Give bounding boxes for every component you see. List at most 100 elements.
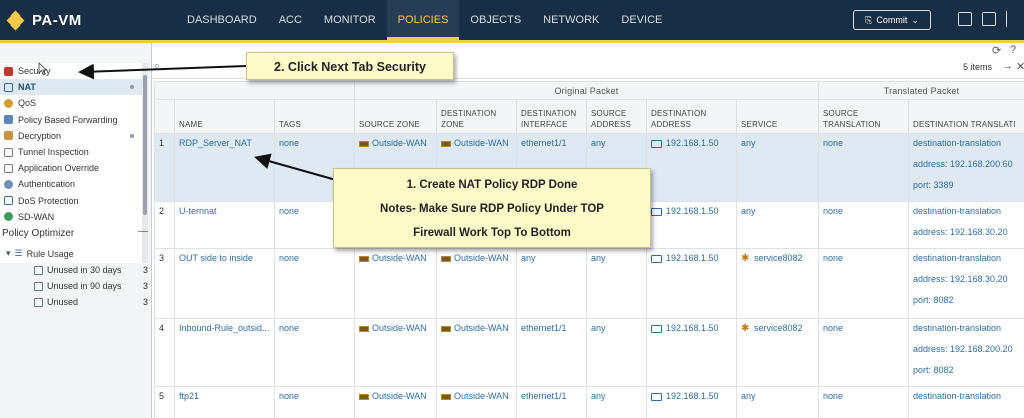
col-header-destination-interface[interactable]: DESTINATION INTERFACE: [516, 99, 587, 134]
col-header-source-zone[interactable]: SOURCE ZONE: [354, 99, 437, 134]
col-header-destination-translation[interactable]: DESTINATION TRANSLATI: [907, 99, 1024, 134]
destination-interface[interactable]: ethernet1/1: [516, 318, 587, 387]
address-icon: [651, 324, 662, 333]
col-header-destination-zone[interactable]: DESTINATION ZONE: [436, 99, 517, 134]
destination-zone: Outside-WAN: [454, 253, 509, 263]
col-header-source-translation[interactable]: SOURCE TRANSLATION: [818, 99, 909, 134]
rule-name[interactable]: RDP_Server_NAT: [174, 133, 275, 202]
row-index: 4: [154, 318, 175, 387]
rule-name[interactable]: ftp21: [174, 386, 275, 418]
group-header-translated: Translated Packet: [817, 81, 1024, 100]
sidebar-item-qos[interactable]: QoS: [0, 95, 148, 111]
logo-icon: [6, 10, 25, 31]
source-zone-cell[interactable]: Outside-WAN: [354, 248, 437, 319]
zone-icon: [441, 255, 451, 262]
source-translation: none: [818, 248, 909, 319]
destination-address: 192.168.1.50: [666, 138, 719, 148]
tab-monitor[interactable]: MONITOR: [313, 0, 387, 40]
destination-zone-cell[interactable]: Outside-WAN: [436, 386, 517, 418]
save-config-icon[interactable]: [958, 12, 972, 26]
list-icon: ☰: [14, 248, 23, 258]
usage-label: Unused in 30 days: [47, 265, 122, 275]
source-zone: Outside-WAN: [372, 138, 427, 148]
refresh-icon[interactable]: ⟳: [992, 44, 1001, 57]
translation-line: address: 192.168.30.20: [913, 274, 1008, 284]
rule-tags: none: [274, 318, 355, 387]
collapse-icon[interactable]: —: [138, 226, 148, 237]
filter-icon: [34, 265, 43, 275]
col-header-destination-address[interactable]: DESTINATION ADDRESS: [646, 99, 737, 134]
destination-zone-cell[interactable]: Outside-WAN: [436, 318, 517, 387]
commit-button[interactable]: ⎘ Commit ⌄: [853, 10, 931, 30]
source-zone-cell[interactable]: Outside-WAN: [354, 318, 437, 387]
col-header-source-address[interactable]: SOURCE ADDRESS: [586, 99, 647, 134]
destination-address-cell[interactable]: 192.168.1.50: [646, 318, 737, 387]
usage-item-90-days[interactable]: Unused in 90 days: [34, 281, 122, 291]
sidebar-item-decryption[interactable]: Decryption: [0, 128, 148, 144]
rule-tags: none: [274, 386, 355, 418]
table-group-header: Original Packet Translated Packet: [154, 81, 1024, 100]
destination-zone-cell[interactable]: Outside-WAN: [436, 248, 517, 319]
tab-objects[interactable]: OBJECTS: [459, 0, 532, 40]
sidebar-item-app-override[interactable]: Application Override: [0, 160, 148, 176]
sidebar-item-pbf[interactable]: Policy Based Forwarding: [0, 112, 148, 128]
destination-address: 192.168.1.50: [666, 391, 719, 401]
usage-item-30-days[interactable]: Unused in 30 days: [34, 265, 122, 275]
destination-address-cell[interactable]: 192.168.1.50: [646, 201, 737, 249]
col-header-name[interactable]: NAME: [174, 99, 275, 134]
destination-interface[interactable]: ethernet1/1: [516, 386, 587, 418]
sidebar-item-dos-protection[interactable]: DoS Protection: [0, 193, 148, 209]
rule-name[interactable]: Inbound-Rule_outsid...: [174, 318, 275, 387]
commit-icon: ⎘: [865, 14, 873, 25]
help-icon[interactable]: ?: [1010, 44, 1016, 56]
table-row[interactable]: 3 OUT side to inside none Outside-WAN Ou…: [154, 248, 1024, 319]
sidebar-item-authentication[interactable]: Authentication: [0, 176, 148, 192]
col-header-service[interactable]: SERVICE: [736, 99, 819, 134]
scrollbar-thumb[interactable]: [143, 75, 147, 215]
usage-item-unused[interactable]: Unused: [34, 297, 78, 307]
tab-policies[interactable]: POLICIES: [386, 0, 460, 40]
col-header-tags[interactable]: TAGS: [274, 99, 355, 134]
rule-name[interactable]: U-ternnat: [174, 201, 275, 249]
sidebar-item-tunnel-inspection[interactable]: Tunnel Inspection: [0, 144, 148, 160]
sidebar-item-sd-wan[interactable]: SD-WAN: [0, 209, 148, 225]
apply-filter-icon[interactable]: →: [1002, 60, 1013, 72]
tunnel-icon: [4, 147, 13, 157]
tab-acc[interactable]: ACC: [268, 0, 313, 40]
usage-count: 3: [143, 281, 149, 291]
tab-dashboard[interactable]: DASHBOARD: [176, 0, 268, 40]
tab-device[interactable]: DEVICE: [610, 0, 673, 40]
destination-address-cell[interactable]: 192.168.1.50: [646, 386, 737, 418]
destination-translation-cell[interactable]: destination-translation address: 192.168.…: [907, 248, 1024, 319]
source-zone-cell[interactable]: Outside-WAN: [354, 386, 437, 418]
service-cell[interactable]: ✱ service8082: [736, 248, 819, 319]
clear-filter-icon[interactable]: ✕: [1016, 60, 1024, 73]
tab-network[interactable]: NETWORK: [532, 0, 610, 40]
sidebar-item-nat[interactable]: NAT: [0, 79, 148, 96]
search-icon: ⌕: [154, 60, 161, 72]
rule-name[interactable]: OUT side to inside: [174, 248, 275, 319]
table-row[interactable]: 5 ftp21 none Outside-WAN Outside-WAN eth…: [154, 386, 1024, 418]
destination-translation-cell[interactable]: destination-translation: [907, 386, 1024, 418]
usage-label: Unused in 90 days: [47, 281, 122, 291]
sidebar-item-label: Decryption: [18, 130, 62, 141]
destination-address-cell[interactable]: 192.168.1.50: [646, 248, 737, 319]
source-address: any: [586, 318, 647, 387]
translation-line: address: 192.168.200.20: [913, 344, 1013, 354]
app-override-icon: [4, 163, 13, 173]
app-logo[interactable]: PA-VM: [0, 0, 176, 40]
service-cell[interactable]: ✱ service8082: [736, 318, 819, 387]
config-dropdown-icon[interactable]: [982, 12, 996, 26]
destination-translation-cell[interactable]: destination-translation address: 192.168.…: [907, 201, 1024, 249]
address-icon: [651, 207, 662, 216]
sidebar-item-security[interactable]: Security: [0, 63, 148, 79]
service: any: [736, 386, 819, 418]
source-translation: none: [818, 133, 909, 202]
destination-translation-cell[interactable]: destination-translation address: 192.168.…: [907, 133, 1024, 202]
rule-usage-node[interactable]: ▾ ☰ Rule Usage: [6, 248, 74, 259]
table-row[interactable]: 4 Inbound-Rule_outsid... none Outside-WA…: [154, 318, 1024, 387]
destination-address-cell[interactable]: 192.168.1.50: [646, 133, 737, 202]
items-count: 5 items: [963, 62, 993, 72]
destination-translation-cell[interactable]: destination-translation address: 192.168.…: [907, 318, 1024, 387]
more-icon[interactable]: [1006, 11, 1020, 27]
